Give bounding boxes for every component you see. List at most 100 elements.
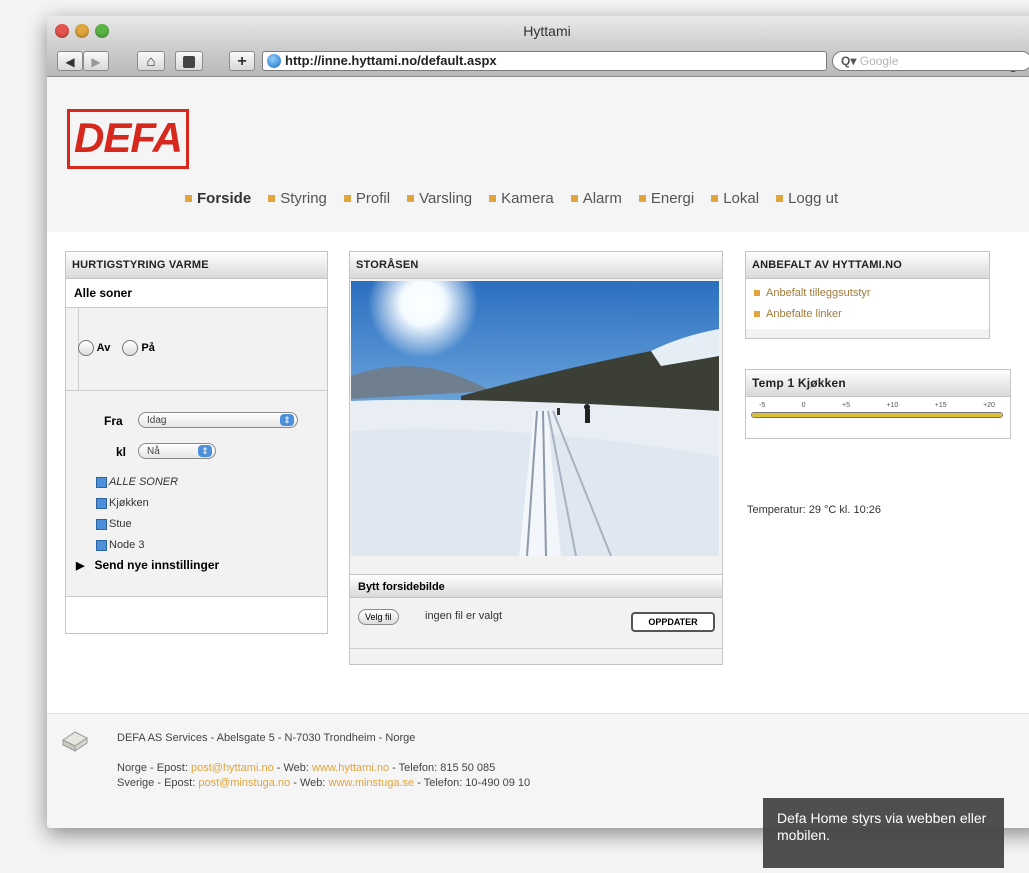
play-icon: ▶	[76, 559, 85, 572]
zone-checklist: ALLE SONER Kjøkken Stue Node 3	[96, 472, 178, 556]
storasen-panel: STORÅSEN Bytt forsidebilde Velg fil inge…	[349, 251, 723, 665]
scale-label: 0	[801, 402, 806, 409]
temperature-scale: -5 0 +5 +10 +15 +20	[751, 402, 1003, 409]
check-label: Node 3	[109, 539, 145, 551]
norway-phone: - Telefon: 815 50 085	[392, 762, 496, 774]
norway-web-link[interactable]: www.hyttami.no	[312, 762, 389, 774]
divider	[66, 390, 327, 391]
send-settings-label: Send nye innstillinger	[94, 558, 220, 572]
temperature-gauge: -5 0 +5 +10 +15 +20	[751, 402, 1003, 428]
quick-heating-title: HURTIGSTYRING VARME	[66, 252, 327, 279]
temperature-reading: Temperatur: 29 °C kl. 10:26	[747, 504, 882, 516]
site-header: DEFA Forside Styring Profil Varsling Kam…	[47, 77, 1029, 232]
check-node3[interactable]: Node 3	[96, 535, 178, 556]
upload-button[interactable]: OPPDATER	[631, 612, 715, 632]
nav-alarm[interactable]: Alarm	[571, 190, 622, 207]
scale-label: +15	[934, 402, 947, 409]
checkbox-checked[interactable]	[96, 518, 107, 530]
sweden-contact: Sverige - Epost: post@minstuga.no - Web:…	[117, 777, 530, 789]
checkbox-checked[interactable]	[96, 539, 107, 551]
sweden-web-label: - Web:	[293, 777, 326, 789]
title-bar: Hyttami	[47, 16, 1029, 46]
bookmarks-icon	[183, 56, 195, 68]
nav-logg-ut[interactable]: Logg ut	[776, 190, 838, 207]
divider	[350, 648, 722, 649]
sweden-label: Sverige - Epost:	[117, 777, 196, 789]
link-accessories[interactable]: Anbefalt tilleggsutstyr	[754, 283, 981, 304]
sweden-web-link[interactable]: www.minstuga.se	[329, 777, 415, 789]
globe-icon	[267, 54, 281, 68]
company-address: DEFA AS Services - Abelsgate 5 - N-7030 …	[117, 732, 416, 744]
nav-styring[interactable]: Styring	[268, 190, 327, 207]
check-label: Stue	[109, 518, 132, 530]
back-button[interactable]: ◀	[57, 51, 83, 71]
home-button[interactable]: ⌂	[137, 51, 165, 71]
web-page: DEFA Forside Styring Profil Varsling Kam…	[47, 77, 1029, 828]
norway-contact: Norge - Epost: post@hyttami.no - Web: ww…	[117, 762, 495, 774]
zone-header: Alle soner	[66, 279, 327, 308]
search-icon: Q▾	[841, 54, 857, 68]
temperature-title: Temp 1 Kjøkken	[746, 370, 1010, 397]
browser-toolbar: ◀ ▶ ⌂ + http://inne.hyttami.no/default.a…	[47, 46, 1029, 77]
temperature-panel: Temp 1 Kjøkken -5 0 +5 +10 +15 +20	[745, 369, 1011, 439]
no-file-text: ingen fil er valgt	[425, 610, 503, 622]
bookmarks-button[interactable]	[175, 51, 203, 71]
main-nav: Forside Styring Profil Varsling Kamera A…	[185, 190, 838, 207]
nav-lokal[interactable]: Lokal	[711, 190, 759, 207]
temperature-fill	[752, 413, 1002, 417]
search-placeholder: Google	[859, 54, 899, 68]
radio-off[interactable]	[78, 340, 94, 356]
link-recommended[interactable]: Anbefalte linker	[754, 304, 981, 325]
scale-label: +10	[886, 402, 899, 409]
window-title: Hyttami	[523, 23, 571, 39]
recommended-title: ANBEFALT AV HYTTAMI.NO	[746, 252, 989, 279]
nav-forside[interactable]: Forside	[185, 190, 251, 207]
recommended-links: Anbefalt tilleggsutstyr Anbefalte linker	[746, 279, 989, 329]
url-field[interactable]: http://inne.hyttami.no/default.aspx C	[262, 51, 1017, 75]
scale-label: +20	[983, 402, 995, 409]
browser-window: Hyttami ◀ ▶ ⌂ + http://inne.hyttami.no/d…	[47, 16, 1029, 828]
norway-web-label: - Web:	[276, 762, 309, 774]
scale-label: +5	[842, 402, 850, 409]
check-kjokken[interactable]: Kjøkken	[96, 493, 178, 514]
checkbox-checked[interactable]	[96, 476, 107, 488]
radio-on[interactable]	[122, 340, 139, 356]
cabin-photo	[351, 281, 719, 556]
add-bookmark-button[interactable]: +	[229, 51, 255, 71]
norway-label: Norge - Epost:	[117, 762, 188, 774]
check-stue[interactable]: Stue	[96, 514, 178, 535]
search-input[interactable]: Q▾ Google	[832, 51, 1029, 71]
radio-on-option[interactable]: På	[122, 340, 155, 356]
recommended-panel: ANBEFALT AV HYTTAMI.NO Anbefalt tilleggs…	[745, 251, 990, 339]
ski-trail-image	[351, 281, 719, 556]
sweden-email-link[interactable]: post@minstuga.no	[198, 777, 290, 789]
nav-kamera[interactable]: Kamera	[489, 190, 554, 207]
nav-varsling[interactable]: Varsling	[407, 190, 472, 207]
radio-off-option[interactable]: Av	[78, 340, 110, 356]
forward-button[interactable]: ▶	[83, 51, 109, 71]
storasen-title: STORÅSEN	[350, 252, 722, 279]
choose-file-button[interactable]: Velg fil	[358, 609, 399, 625]
check-all-zones[interactable]: ALLE SONER	[96, 472, 178, 493]
url-text: http://inne.hyttami.no/default.aspx	[285, 53, 497, 68]
radio-on-label: På	[141, 341, 155, 354]
send-settings-button[interactable]: ▶ Send nye innstillinger	[76, 558, 219, 572]
sweden-phone: - Telefon: 10-490 09 10	[417, 777, 531, 789]
nav-energi[interactable]: Energi	[639, 190, 694, 207]
temperature-bar	[751, 412, 1003, 418]
checkbox-checked[interactable]	[96, 497, 107, 509]
quick-heating-panel: HURTIGSTYRING VARME Alle soner Av På Fra…	[65, 251, 328, 634]
panel-footer	[66, 597, 327, 633]
house-icon	[62, 731, 88, 752]
from-select[interactable]: Idag	[138, 412, 298, 428]
nav-profil[interactable]: Profil	[344, 190, 390, 207]
scale-label: -5	[759, 402, 766, 409]
time-label: kl	[116, 445, 127, 459]
defa-logo[interactable]: DEFA	[67, 109, 189, 169]
on-off-radios: Av På	[78, 340, 155, 356]
check-label: Kjøkken	[109, 497, 149, 509]
time-select[interactable]: Nå	[138, 443, 216, 459]
norway-email-link[interactable]: post@hyttami.no	[191, 762, 274, 774]
check-label: ALLE SONER	[109, 476, 179, 488]
change-photo-header: Bytt forsidebilde	[350, 574, 722, 598]
